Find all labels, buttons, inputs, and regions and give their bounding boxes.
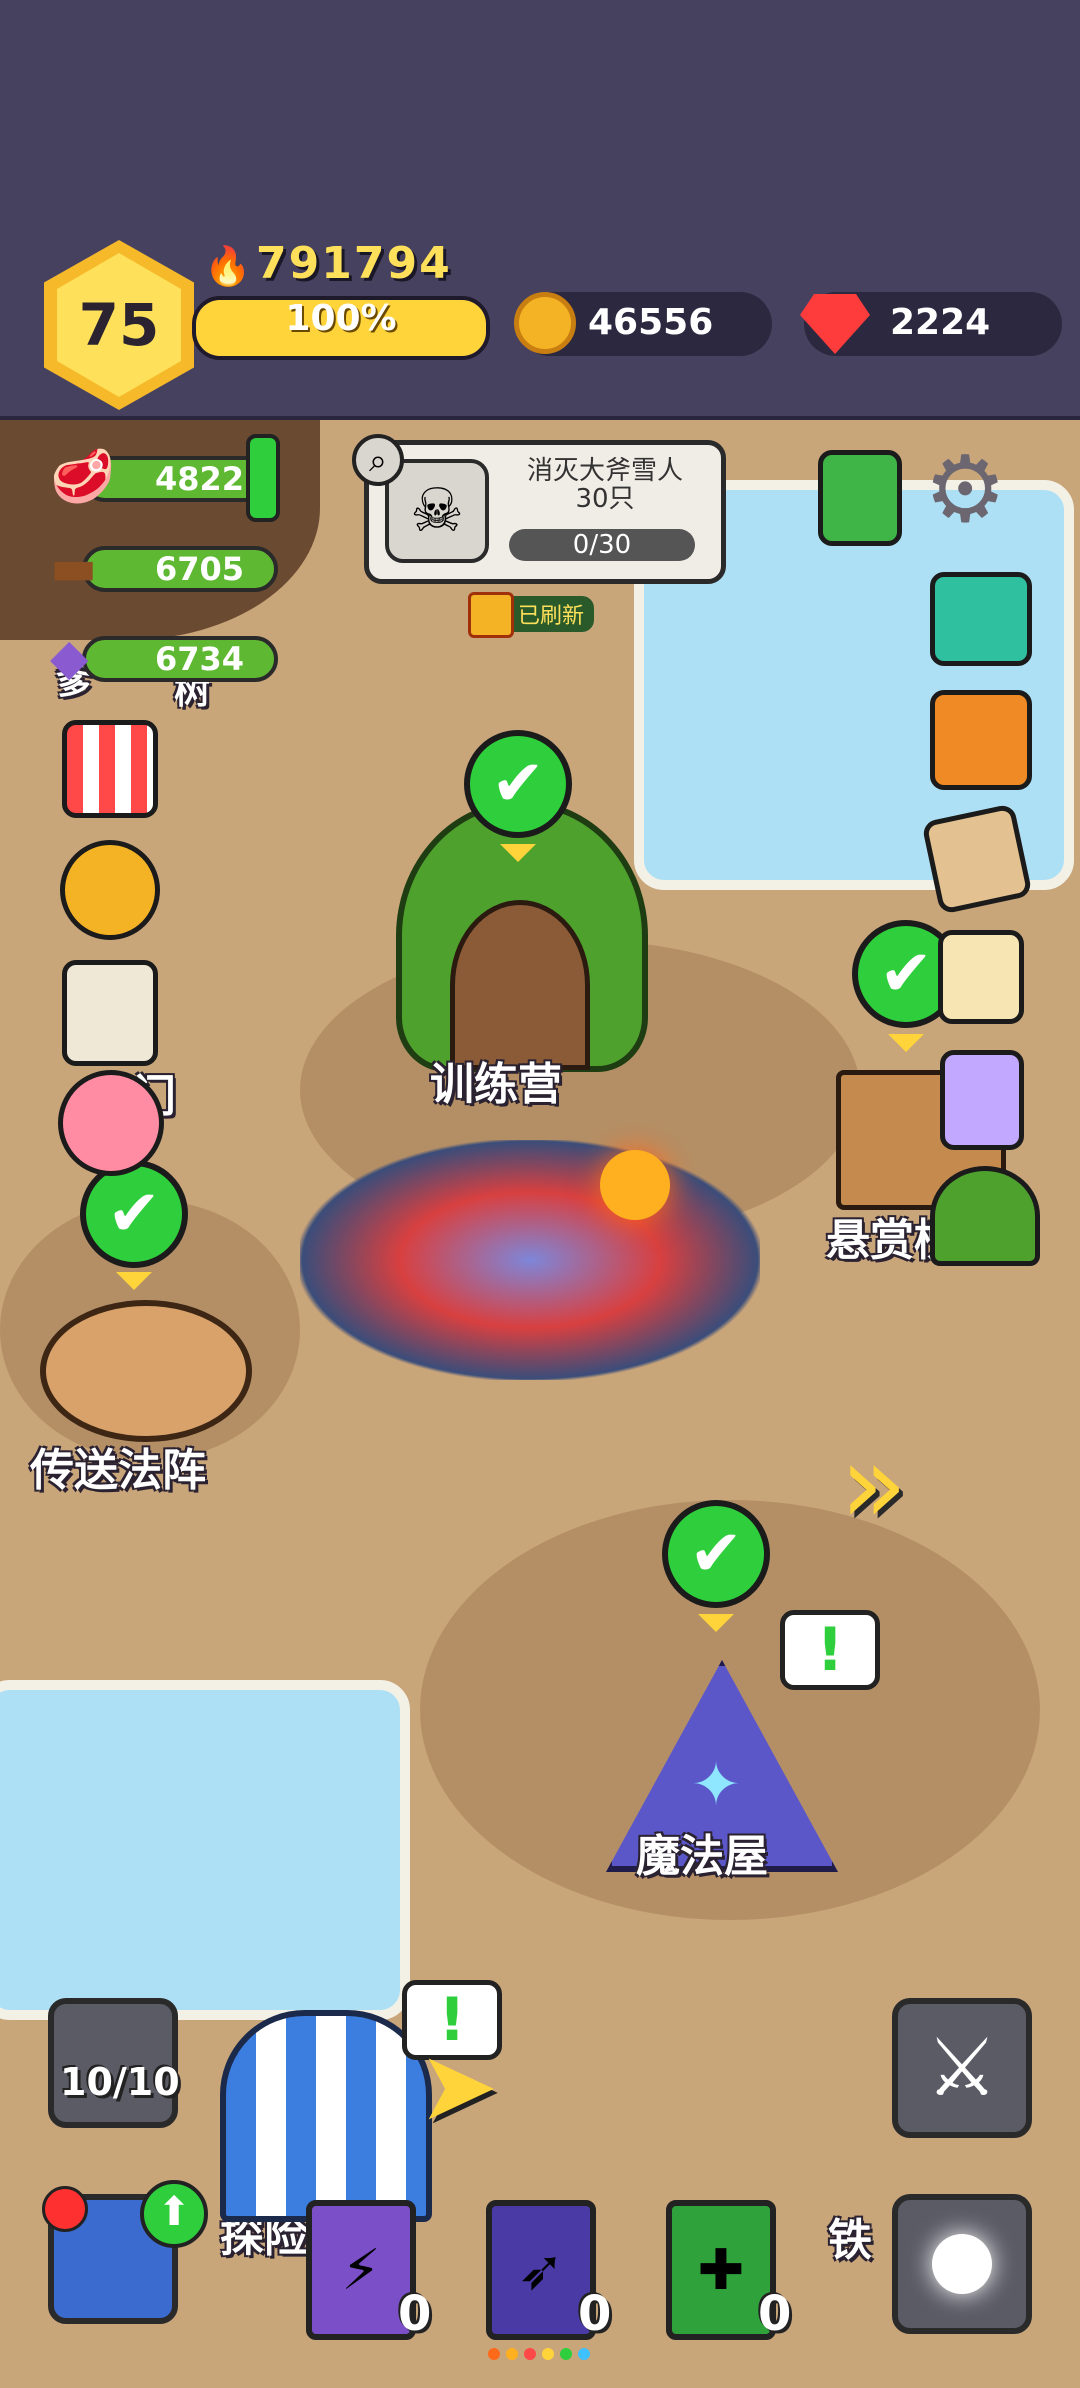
lightning-icon: ⚡	[341, 2237, 381, 2303]
calendar-icon[interactable]	[62, 960, 158, 1066]
cross-icon: ✚	[697, 2237, 745, 2303]
training-camp-label: 训练营	[430, 1059, 562, 1110]
search-icon[interactable]: ⌕	[352, 434, 404, 486]
wing-icon: ➶	[517, 2237, 565, 2303]
teleport-array-building[interactable]	[40, 1300, 252, 1442]
book-icon[interactable]	[818, 450, 902, 546]
training-camp-check-icon: ✔	[464, 730, 572, 838]
teleport-array-label: 传送法阵	[30, 1445, 206, 1496]
tutorial-arrow-icon: ➤	[418, 2030, 499, 2142]
hero-squad[interactable]	[300, 1140, 760, 1380]
power-value: 791794	[256, 238, 452, 289]
skill-book-count: 0	[578, 2286, 612, 2342]
pink-slime-icon[interactable]	[58, 1070, 164, 1176]
pointer-icon	[500, 844, 536, 862]
fire-orb-icon	[600, 1150, 670, 1220]
quest-progress: 0/30	[509, 529, 695, 561]
crown-medal-icon[interactable]	[60, 840, 160, 940]
gear-icon[interactable]: ⚙	[924, 444, 1006, 536]
training-camp-door	[450, 900, 590, 1070]
explore-tent-building[interactable]	[220, 2010, 432, 2222]
magic-house-label: 魔法屋	[636, 1831, 768, 1882]
alert-icon	[246, 434, 280, 522]
backpack-icon[interactable]	[930, 690, 1032, 790]
page-dots	[488, 2348, 590, 2360]
flame-icon: 🔥	[204, 244, 252, 288]
pointer-icon	[888, 1034, 924, 1052]
skill-book-count: 0	[758, 2286, 792, 2342]
chest-icon	[468, 592, 514, 638]
xp-percent: 100%	[285, 298, 397, 339]
crossed-swords-icon: ⚔	[926, 2021, 998, 2114]
quest-title: 消灭大斧雪人 30只	[526, 456, 683, 514]
notification-dot-icon	[42, 2186, 88, 2232]
gem-value: 2224	[890, 302, 991, 343]
coin-value: 46556	[588, 302, 714, 343]
pointer-icon	[116, 1272, 152, 1290]
pond-lower-left	[0, 1680, 410, 2020]
meat-icon: 🥩	[50, 447, 115, 507]
pointer-icon	[698, 1614, 734, 1632]
upgrade-arrow-icon: ⬆	[140, 2180, 208, 2248]
magic-house-alert-bubble[interactable]: !	[780, 1610, 880, 1690]
coin-icon	[514, 292, 576, 354]
skill-book-count: 0	[398, 2286, 432, 2342]
fast-forward-icon[interactable]: »	[840, 1420, 907, 1548]
auto-battle-button[interactable]: ⚔	[892, 1998, 1032, 2138]
wood-icon: ▬	[50, 538, 98, 596]
portal-button[interactable]	[892, 2194, 1032, 2334]
mini-tree-icon[interactable]	[930, 1166, 1040, 1266]
level-value: 75	[57, 253, 181, 397]
badge-icon[interactable]	[940, 1050, 1024, 1150]
wood-counter: 6705	[82, 546, 278, 592]
crystal-icon: ✦	[690, 1750, 742, 1820]
shop-icon[interactable]	[62, 720, 158, 818]
magic-house-check-icon: ✔	[662, 1500, 770, 1608]
skull-icon: ☠	[385, 459, 489, 563]
mail-icon[interactable]	[930, 572, 1032, 666]
scroll-icon[interactable]	[938, 930, 1024, 1024]
team-slots-count: 10/10	[60, 2060, 180, 2104]
quest-card[interactable]: ☠ 消灭大斧雪人 30只 0/30	[364, 440, 726, 584]
map-icon[interactable]	[921, 803, 1033, 915]
teleport-array-check-icon: ✔	[80, 1160, 188, 1268]
partial-building-label: 铁	[828, 2215, 872, 2266]
ore-icon: ◆	[50, 628, 89, 686]
portal-icon	[932, 2234, 992, 2294]
ore-counter: 6734	[82, 636, 278, 682]
